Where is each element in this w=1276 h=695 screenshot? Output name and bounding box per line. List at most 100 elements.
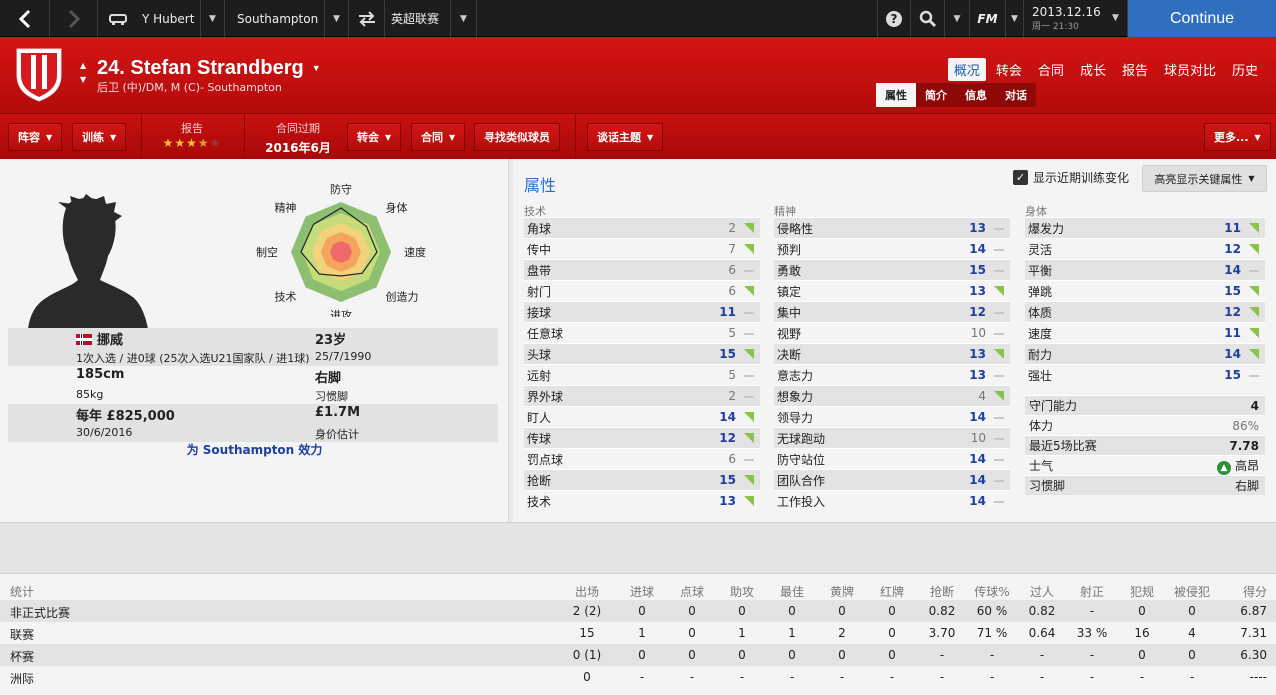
player-menu-chevron-icon[interactable]: ▼ — [312, 63, 321, 73]
attribute-row[interactable]: 速度 11 — [1025, 322, 1265, 343]
attribute-row[interactable]: 接球 11 — [524, 301, 760, 322]
attribute-row[interactable]: 平衡 14 — [1025, 259, 1265, 280]
attribute-row[interactable]: 射门 6 — [524, 280, 760, 301]
attribute-row[interactable]: 预判 14 — [774, 238, 1010, 259]
search-button[interactable] — [911, 0, 945, 37]
contract-button[interactable]: 合同 ▼ — [411, 123, 466, 151]
highlight-key-attributes-button[interactable]: 高亮显示关键属性 ▼ — [1142, 165, 1267, 192]
more-button[interactable]: 更多... ▼ — [1204, 123, 1271, 151]
attribute-row[interactable]: 耐力 14 — [1025, 343, 1265, 364]
attribute-row[interactable]: 想象力 4 — [774, 385, 1010, 406]
training-button[interactable]: 训练 ▼ — [72, 123, 127, 151]
attribute-row[interactable]: 勇敢 15 — [774, 259, 1010, 280]
subtab-talk[interactable]: 对话 — [996, 83, 1036, 107]
tab-development[interactable]: 成长 — [1074, 58, 1112, 81]
attribute-row[interactable]: 防守站位 14 — [774, 448, 1010, 469]
tab-report[interactable]: 报告 — [1116, 58, 1154, 81]
tab-overview[interactable]: 概况 — [947, 58, 986, 81]
attribute-row[interactable]: 技术 13 — [524, 490, 760, 511]
attribute-row[interactable]: 头球 15 — [524, 343, 760, 364]
attribute-row[interactable]: 集中 12 — [774, 301, 1010, 322]
attribute-row[interactable]: 弹跳 15 — [1025, 280, 1265, 301]
swap-button[interactable] — [349, 0, 385, 37]
date-of-birth: 25/7/1990 — [315, 350, 372, 363]
attribute-row[interactable]: 远射 5 — [524, 364, 760, 385]
attribute-row[interactable]: 强壮 15 — [1025, 364, 1265, 385]
talk-button[interactable]: 谈话主题 ▼ — [587, 123, 664, 151]
stat-cell[interactable]: 最佳 — [767, 583, 817, 600]
chevron-down-icon[interactable]: ▼ — [80, 73, 86, 87]
attribute-row[interactable]: 工作投入 14 — [774, 490, 1010, 511]
stat-cell[interactable]: 抢断 — [917, 583, 967, 600]
table-row[interactable]: 非正式比赛 2 (2) 0 0 0 0 0 0 0.82 60 % 0.82-0 0 6.87 — [0, 600, 1276, 622]
stat-cell[interactable]: 黄牌 — [817, 583, 867, 600]
game-date: 2013.12.16 — [1032, 5, 1101, 19]
competition-menu[interactable]: 英超联赛 — [385, 0, 451, 37]
help-button[interactable]: ? — [877, 0, 911, 37]
fm-dropdown[interactable]: ▼ — [1006, 0, 1024, 37]
stat-cell[interactable]: 得分 — [1207, 583, 1267, 600]
subtab-bio[interactable]: 简介 — [916, 83, 956, 107]
attribute-row[interactable]: 侵略性 13 — [774, 217, 1010, 238]
stat-cell[interactable]: 助攻 — [717, 583, 767, 600]
attribute-row[interactable]: 团队合作 14 — [774, 469, 1010, 490]
player-nav-arrows[interactable]: ▲ ▼ — [80, 59, 86, 87]
attribute-row[interactable]: 盯人 14 — [524, 406, 760, 427]
attribute-row[interactable]: 盘带 6 — [524, 259, 760, 280]
club-menu[interactable]: Southampton — [225, 0, 325, 37]
stat-cell[interactable]: 红牌 — [867, 583, 917, 600]
attribute-row[interactable]: 罚点球 6 — [524, 448, 760, 469]
stat-cell: 0 — [888, 626, 896, 640]
table-row[interactable]: 洲际 0- - - - - - - - - - - - ---- — [0, 666, 1276, 688]
squad-button[interactable]: 阵容 ▼ — [8, 123, 63, 151]
attribute-row[interactable]: 意志力 13 — [774, 364, 1010, 385]
scout-report[interactable]: 报告 ★★★★★ — [148, 120, 236, 150]
attribute-row[interactable]: 抢断 15 — [524, 469, 760, 490]
attribute-row[interactable]: 传球 12 — [524, 427, 760, 448]
attribute-row[interactable]: 传中 7 — [524, 238, 760, 259]
table-row[interactable]: 联赛 15 1 0 1 1 2 0 3.70 71 % 0.64 33 % 16 4 7.31 — [0, 622, 1276, 644]
attribute-row[interactable]: 镇定 13 — [774, 280, 1010, 301]
stat-cell[interactable]: 过人 — [1017, 583, 1067, 600]
transfer-button[interactable]: 转会 ▼ — [347, 123, 402, 151]
search-dropdown[interactable]: ▼ — [945, 0, 970, 37]
plays-for-link[interactable]: 为 Southampton 效力 — [0, 441, 509, 458]
subtab-info[interactable]: 信息 — [956, 83, 996, 107]
attribute-row[interactable]: 界外球 2 — [524, 385, 760, 406]
tab-contract[interactable]: 合同 — [1032, 58, 1070, 81]
tab-transfer[interactable]: 转会 — [990, 58, 1028, 81]
stat-cell[interactable]: 传球% — [967, 583, 1017, 600]
attribute-row[interactable]: 决断 13 — [774, 343, 1010, 364]
tab-compare[interactable]: 球员对比 — [1158, 58, 1222, 81]
forward-button[interactable] — [50, 0, 98, 37]
attribute-row[interactable]: 角球 2 — [524, 217, 760, 238]
continue-button[interactable]: Continue — [1128, 0, 1276, 37]
tab-history[interactable]: 历史 — [1226, 58, 1264, 81]
stat-cell[interactable]: 出场 — [562, 583, 612, 600]
competition-dropdown[interactable]: ▼ — [451, 0, 477, 37]
attribute-row[interactable]: 视野 10 — [774, 322, 1010, 343]
show-training-checkbox[interactable]: ✓ 显示近期训练变化 — [1013, 169, 1129, 186]
subtab-attributes[interactable]: 属性 — [876, 83, 916, 107]
attribute-row[interactable]: 爆发力 11 — [1025, 217, 1265, 238]
manager-dropdown[interactable]: ▼ — [201, 0, 225, 37]
stat-cell[interactable]: 进球 — [617, 583, 667, 600]
stat-cell[interactable]: 犯规 — [1117, 583, 1167, 600]
stat-cell[interactable]: 点球 — [667, 583, 717, 600]
desk-icon — [109, 13, 127, 25]
manager-menu[interactable]: Y Hubert — [98, 0, 201, 37]
attribute-row[interactable]: 无球跑动 10 — [774, 427, 1010, 448]
trend-flat-icon — [744, 333, 754, 335]
club-dropdown[interactable]: ▼ — [325, 0, 349, 37]
fm-menu[interactable]: FM — [970, 0, 1006, 37]
attribute-row[interactable]: 灵活 12 — [1025, 238, 1265, 259]
attribute-row[interactable]: 任意球 5 — [524, 322, 760, 343]
chevron-up-icon[interactable]: ▲ — [80, 59, 86, 73]
attribute-row[interactable]: 体质 12 — [1025, 301, 1265, 322]
attribute-row[interactable]: 领导力 14 — [774, 406, 1010, 427]
table-row[interactable]: 杯赛 0 (1) 0 0 0 0 0 0- - - -0 0 6.30 — [0, 644, 1276, 666]
back-button[interactable] — [0, 0, 50, 37]
stat-cell[interactable]: 射正 — [1067, 583, 1117, 600]
row-label[interactable]: 统计 — [10, 583, 34, 600]
find-similar-button[interactable]: 寻找类似球员 — [474, 123, 560, 151]
